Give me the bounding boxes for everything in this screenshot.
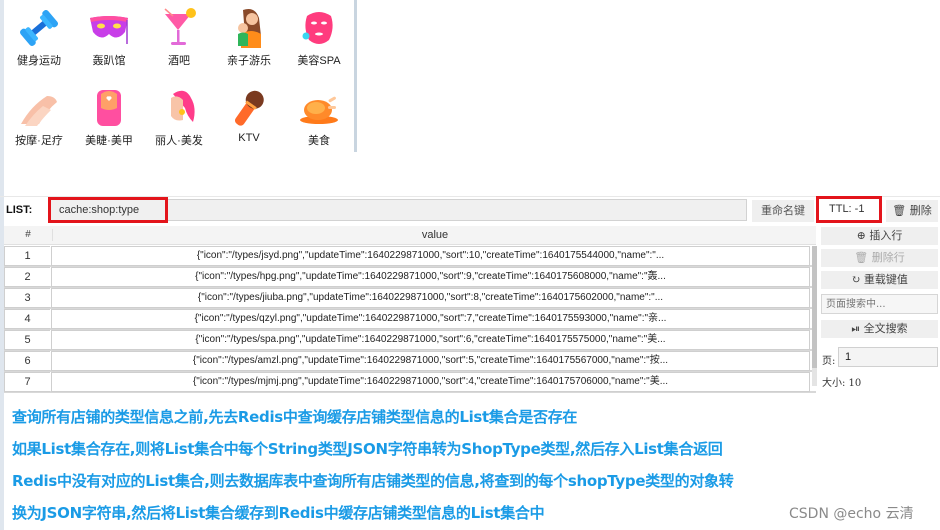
description-line: 查询所有店铺的类型信息之前,先去Redis中查询缓存店铺类型信息的List集合是… [12,408,578,426]
row-value[interactable]: {"icon":"/types/spa.png","updateTime":16… [51,330,810,350]
parent-child-icon [227,6,271,50]
insert-row-button[interactable]: ⊕ 插入行 [821,227,938,245]
row-index: 4 [4,309,50,329]
table-scrollbar-thumb[interactable] [812,246,817,368]
nail-icon [87,86,131,130]
row-index: 6 [4,351,50,371]
row-index: 1 [4,246,50,266]
insert-row-label: 插入行 [869,229,903,242]
row-value[interactable]: {"icon":"/types/qzyl.png","updateTime":1… [51,309,810,329]
column-header-number[interactable]: # [4,229,52,240]
category-item[interactable]: 轰趴馆 [74,2,144,68]
fulltext-search-button[interactable]: ⏯ 全文搜索 [821,320,938,338]
ttl-display: TTL: -1 [816,196,882,223]
table-row[interactable]: 3 {"icon":"/types/jiuba.png","updateTime"… [4,288,816,309]
trash-icon: 🗑 [892,204,907,217]
category-item[interactable]: 美睫·美甲 [74,82,144,148]
category-label: 按摩·足疗 [15,135,63,147]
face-mask-icon [297,6,341,50]
row-index: 5 [4,330,50,350]
category-label: KTV [238,132,260,144]
row-index: 2 [4,267,50,287]
reload-icon: ↻ [851,273,861,286]
list-type-label: LIST: [6,204,33,216]
category-label: 美睫·美甲 [85,135,133,147]
category-label: 美容SPA [297,55,341,67]
table-row[interactable]: 7 {"icon":"/types/mjmj.png","updateTime":… [4,372,816,393]
row-index: 3 [4,288,50,308]
table-body: 1 {"icon":"/types/jsyd.png","updateTime":… [4,246,816,393]
hair-icon [157,86,201,130]
list-size-label: 大小: 10 [822,378,862,389]
reload-value-button[interactable]: ↻ 重载键值 [821,271,938,289]
category-label: 美食 [308,135,330,147]
row-index: 7 [4,372,50,392]
microphone-icon [227,86,271,130]
fulltext-search-label: 全文搜索 [863,322,908,335]
category-item[interactable]: 亲子游乐 [214,2,284,68]
rename-key-button[interactable]: 重命名键 [752,200,814,222]
csdn-watermark: CSDN @echo 云清 [789,506,914,522]
party-mask-icon [87,6,131,50]
page-search-input[interactable] [821,294,938,314]
category-label: 亲子游乐 [227,55,271,67]
dumbbell-icon [17,6,61,50]
table-row[interactable]: 2 {"icon":"/types/hpg.png","updateTime":1… [4,267,816,288]
table-row[interactable]: 6 {"icon":"/types/amzl.png","updateTime":… [4,351,816,372]
description-line: 换为JSON字符串,然后将List集合缓存到Redis中缓存店铺类型信息的Lis… [12,504,545,522]
table-header: # value [4,226,816,245]
page-label: 页: [822,356,836,367]
delete-key-button[interactable]: 🗑 删除 [886,200,938,222]
category-item[interactable]: 美食 [284,82,354,148]
page-number-input[interactable]: 1 [838,347,938,367]
description-line: 如果List集合存在,则将List集合中每个String类型JSON字符串转为S… [12,440,723,458]
category-label: 轰趴馆 [92,55,126,67]
row-value[interactable]: {"icon":"/types/amzl.png","updateTime":1… [51,351,810,371]
category-item[interactable]: 健身运动 [4,2,74,68]
category-item[interactable]: 酒吧 [144,2,214,68]
row-value[interactable]: {"icon":"/types/mjmj.png","updateTime":1… [51,372,810,392]
shop-type-panel: 健身运动 轰趴馆 酒吧 亲子游乐 美容SPA 按摩·足疗 美睫·美甲 丽人·美发… [4,0,357,152]
roast-chicken-icon [297,86,341,130]
category-item[interactable]: 美容SPA [284,2,354,68]
delete-row-label: 删除行 [871,251,905,264]
category-item[interactable]: 按摩·足疗 [4,82,74,148]
column-header-value[interactable]: value [52,229,817,241]
row-value[interactable]: {"icon":"/types/hpg.png","updateTime":16… [51,267,810,287]
cocktail-icon [157,6,201,50]
category-label: 丽人·美发 [155,135,203,147]
category-item[interactable]: KTV [214,82,284,144]
massage-hand-icon [17,86,61,130]
row-value[interactable]: {"icon":"/types/jiuba.png","updateTime":… [51,288,810,308]
category-label: 酒吧 [168,55,190,67]
delete-row-button[interactable]: 🗑 删除行 [821,249,938,267]
reload-label: 重载键值 [863,273,908,286]
key-name-input[interactable]: cache:shop:type [48,197,168,223]
category-label: 健身运动 [17,55,61,67]
play-circle-icon: ⏯ [851,322,861,335]
delete-key-label: 删除 [909,204,932,217]
plus-circle-icon: ⊕ [856,229,866,242]
trash-icon: 🗑 [854,251,869,264]
table-row[interactable]: 1 {"icon":"/types/jsyd.png","updateTime":… [4,246,816,267]
table-row[interactable]: 5 {"icon":"/types/spa.png","updateTime":1… [4,330,816,351]
row-value[interactable]: {"icon":"/types/jsyd.png","updateTime":1… [51,246,810,266]
description-line: Redis中没有对应的List集合,则去数据库表中查询所有店铺类型的信息,将查到… [12,472,734,490]
category-item[interactable]: 丽人·美发 [144,82,214,148]
table-row[interactable]: 4 {"icon":"/types/qzyl.png","updateTime":… [4,309,816,330]
